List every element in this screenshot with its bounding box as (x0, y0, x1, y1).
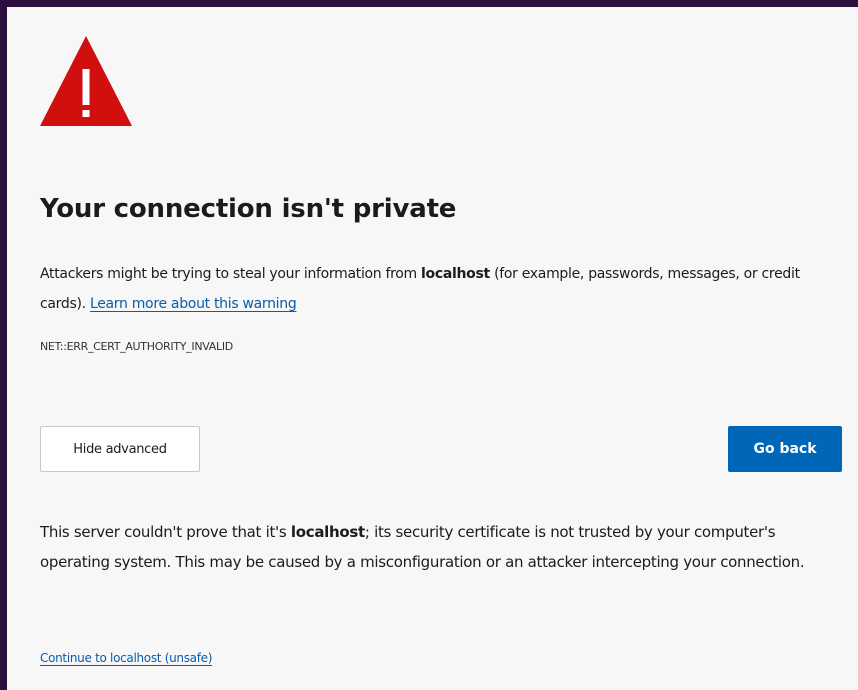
interstitial-page: Your connection isn't private Attackers … (7, 7, 858, 690)
page-title: Your connection isn't private (40, 194, 457, 224)
details-text-start: This server couldn't prove that it's (40, 523, 291, 541)
warning-summary: Attackers might be trying to steal your … (40, 259, 830, 319)
hide-advanced-button[interactable]: Hide advanced (40, 426, 200, 472)
summary-text-start: Attackers might be trying to steal your … (40, 266, 422, 282)
proceed-unsafe-link[interactable]: Continue to localhost (unsafe) (40, 651, 212, 665)
go-back-button[interactable]: Go back (728, 426, 842, 472)
details-host: localhost (290, 523, 365, 541)
error-code: NET::ERR_CERT_AUTHORITY_INVALID (40, 340, 233, 353)
learn-more-link[interactable]: Learn more about this warning (90, 296, 297, 312)
warning-triangle-icon (40, 36, 132, 126)
advanced-details: This server couldn't prove that it's loc… (40, 517, 830, 577)
summary-host: localhost (421, 266, 490, 282)
